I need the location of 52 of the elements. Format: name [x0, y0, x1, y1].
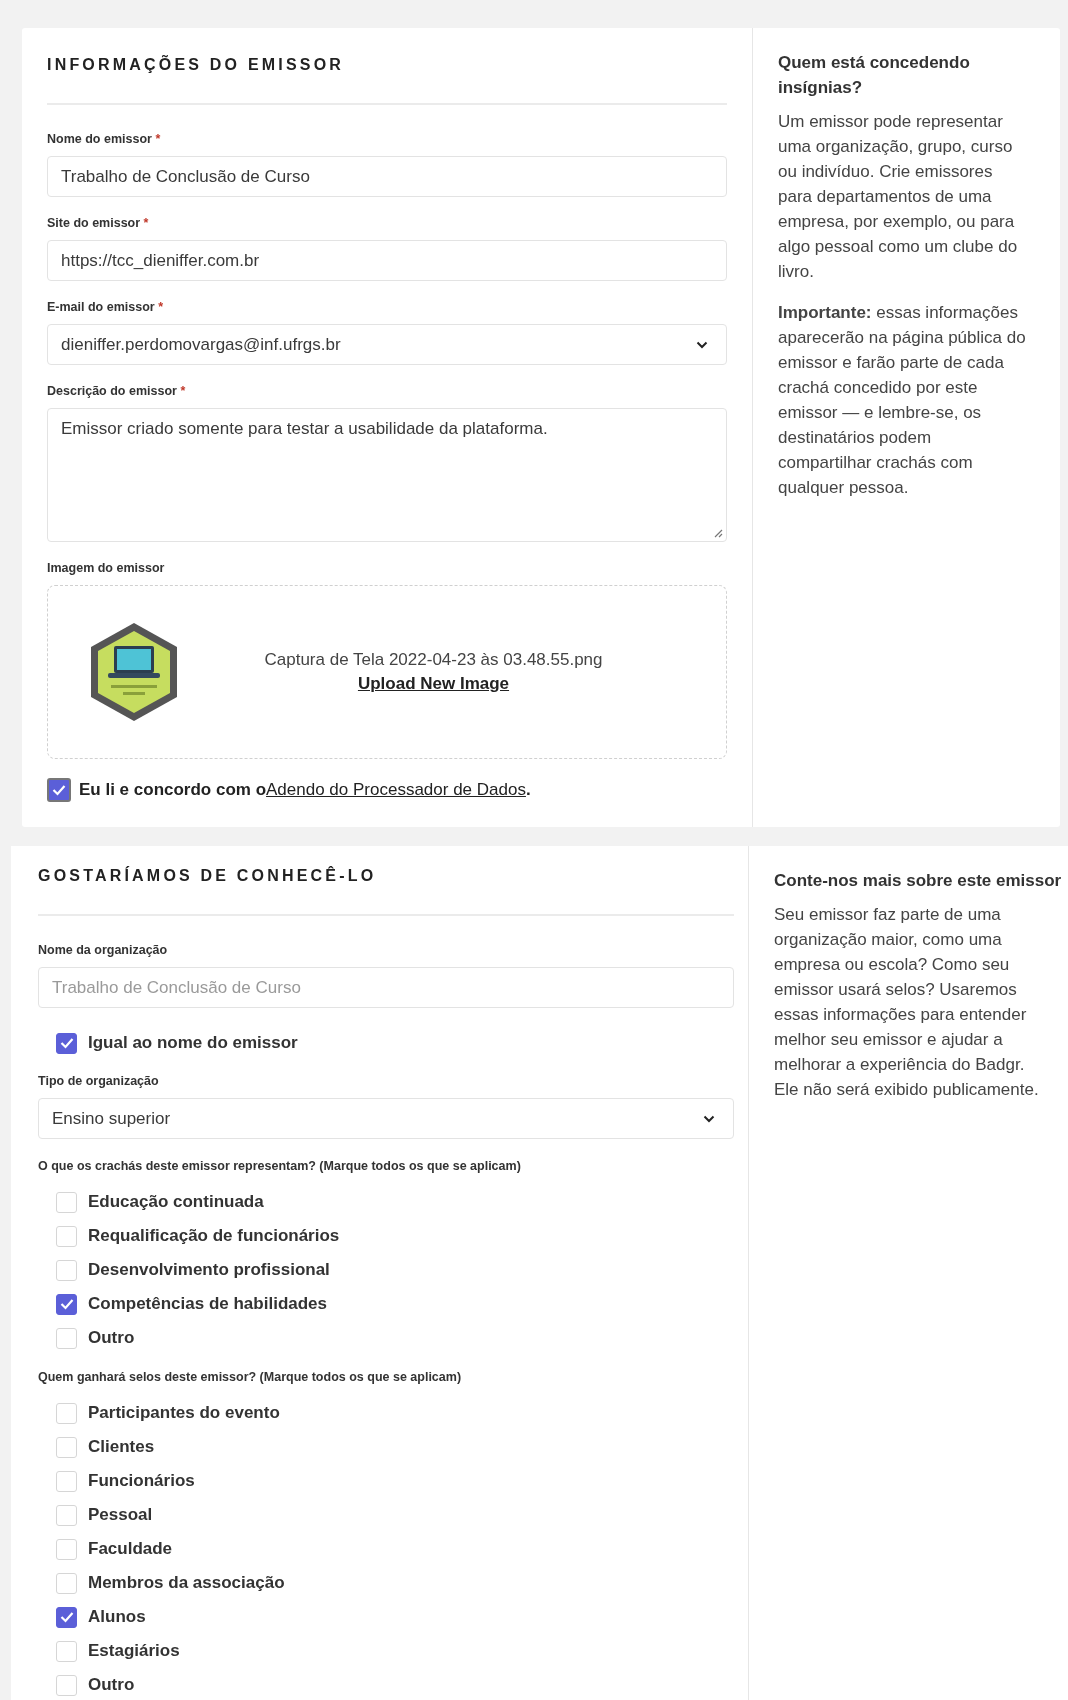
checkbox-label: Outro [88, 1328, 135, 1348]
checkbox[interactable] [56, 1293, 77, 1315]
select-field[interactable]: Ensino superior [38, 1098, 734, 1139]
check-icon [59, 1298, 74, 1310]
checkbox-label: Desenvolvimento profissional [88, 1260, 330, 1280]
checkbox[interactable] [56, 1606, 77, 1628]
field-label: Imagem do emissor [47, 560, 166, 576]
check-icon [59, 1611, 74, 1623]
checkbox-label: Alunos [88, 1607, 146, 1627]
help-title: Conte-nos mais sobre este emissor [774, 870, 1063, 892]
checkbox-label: Membros da associação [88, 1573, 285, 1593]
agreement-link[interactable]: Adendo do Processador de Dados [266, 780, 526, 799]
resize-handle-icon[interactable] [713, 528, 723, 538]
section-title: INFORMAÇÕES DO EMISSOR [47, 55, 346, 75]
section-title: GOSTARÍAMOS DE CONHECÊ-LO [38, 866, 378, 886]
checkbox[interactable] [56, 1032, 77, 1054]
text-field[interactable]: Trabalho de Conclusão de Curso [47, 156, 727, 197]
image-dropzone[interactable]: Captura de Tela 2022-04-23 às 03.48.55.png Upload New Image [47, 585, 727, 759]
checkbox-label: Faculdade [88, 1539, 173, 1559]
field-label: Tipo de organização [38, 1073, 160, 1089]
agreement-text: Eu li e concordo com oAdendo do Processador de Dados. [79, 780, 531, 800]
text-field[interactable]: https://tcc_dieniffer.com.br [47, 240, 727, 281]
select-field[interactable]: dieniffer.perdomovargas@inf.ufrgs.br [47, 324, 727, 365]
checkbox-label: Requalificação de funcionários [88, 1226, 340, 1246]
check-icon [52, 784, 66, 796]
field-label: Site do emissor * [47, 215, 150, 231]
checkbox-label: Outro [88, 1675, 135, 1695]
help-title: Quem está concedendo insígnias? [778, 52, 971, 99]
help-text: Importante: essas informações aparecerão na página pública do emissor e farão parte de cada crachá concedido por este emissor — e lembre-se, os destinatários podem compartilhar crachás com qualquer pessoa. [778, 302, 1027, 499]
help-text: Um emissor pode representar uma organização, grupo, curso ou indivíduo. Crie emissores para departamentos de uma empresa, por exemplo, ou para algo pessoal como um clube do livro. [778, 111, 1019, 283]
checkbox[interactable] [47, 778, 71, 802]
question-label: O que os crachás deste emissor representam? (Marque todos os que se aplicam) [38, 1158, 522, 1174]
file-name: Captura de Tela 2022-04-23 às 03.48.55.png [264, 650, 603, 670]
checkbox-label: Pessoal [88, 1505, 153, 1525]
checkbox-label: Funcionários [88, 1471, 195, 1491]
help-text: Seu emissor faz parte de uma organização maior, como uma empresa ou escola? Como seu emissor usará selos? Usaremos essas informações para entender melhor seu emissor e ajudar a melhorar a experiência do Badgr. Ele não será exibido publicamente. [774, 904, 1040, 1101]
checkbox-label: Igual ao nome do emissor [88, 1033, 298, 1053]
question-label: Quem ganhará selos deste emissor? (Marque todos os que se aplicam) [38, 1369, 463, 1385]
checkbox-label: Participantes do evento [88, 1403, 280, 1423]
checkbox-label: Competências de habilidades [88, 1294, 327, 1314]
field-label: Descrição do emissor * [47, 383, 187, 399]
textarea-field[interactable]: Emissor criado somente para testar a usabilidade da plataforma. [47, 408, 727, 542]
checkbox-label: Educação continuada [88, 1192, 264, 1212]
field-label: Nome do emissor * [47, 131, 162, 147]
checkbox-label: Estagiários [88, 1641, 180, 1661]
field-label: Nome da organização [38, 942, 169, 958]
chevron-down-icon [696, 340, 708, 349]
checkbox-label: Clientes [88, 1437, 155, 1457]
upload-link[interactable]: Upload New Image [357, 674, 510, 694]
field-label: E-mail do emissor * [47, 299, 165, 315]
chevron-down-icon [703, 1114, 715, 1123]
check-icon [59, 1037, 74, 1049]
